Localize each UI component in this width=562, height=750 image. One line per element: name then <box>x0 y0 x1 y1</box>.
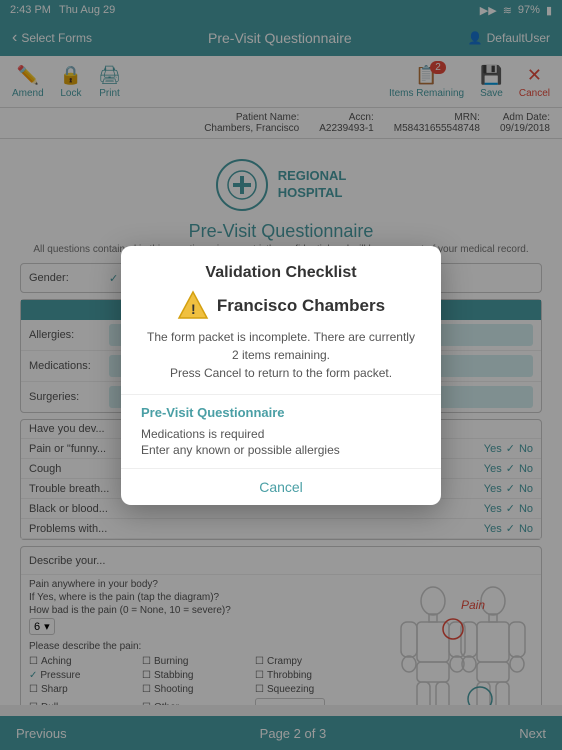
validation-modal: Validation Checklist ! Francisco Chamber… <box>121 246 441 505</box>
modal-overlay[interactable]: Validation Checklist ! Francisco Chamber… <box>0 0 562 750</box>
modal-header: Validation Checklist ! Francisco Chamber… <box>121 246 441 395</box>
modal-footer: Cancel <box>121 469 441 505</box>
modal-section-title: Pre-Visit Questionnaire <box>141 405 421 420</box>
svg-text:!: ! <box>191 301 196 317</box>
modal-title: Validation Checklist <box>141 264 421 282</box>
modal-patient-name: Francisco Chambers <box>217 296 385 316</box>
modal-validation-item-1: Enter any known or possible allergies <box>141 442 421 458</box>
modal-cancel-button[interactable]: Cancel <box>259 479 303 495</box>
modal-validation-item-0: Medications is required <box>141 426 421 442</box>
warning-triangle-icon: ! <box>177 290 209 322</box>
modal-body: Pre-Visit Questionnaire Medications is r… <box>121 395 441 469</box>
modal-message-2: Press Cancel to return to the form packe… <box>141 364 421 382</box>
modal-message-1: The form packet is incomplete. There are… <box>141 328 421 364</box>
modal-icon-name-row: ! Francisco Chambers <box>141 290 421 322</box>
